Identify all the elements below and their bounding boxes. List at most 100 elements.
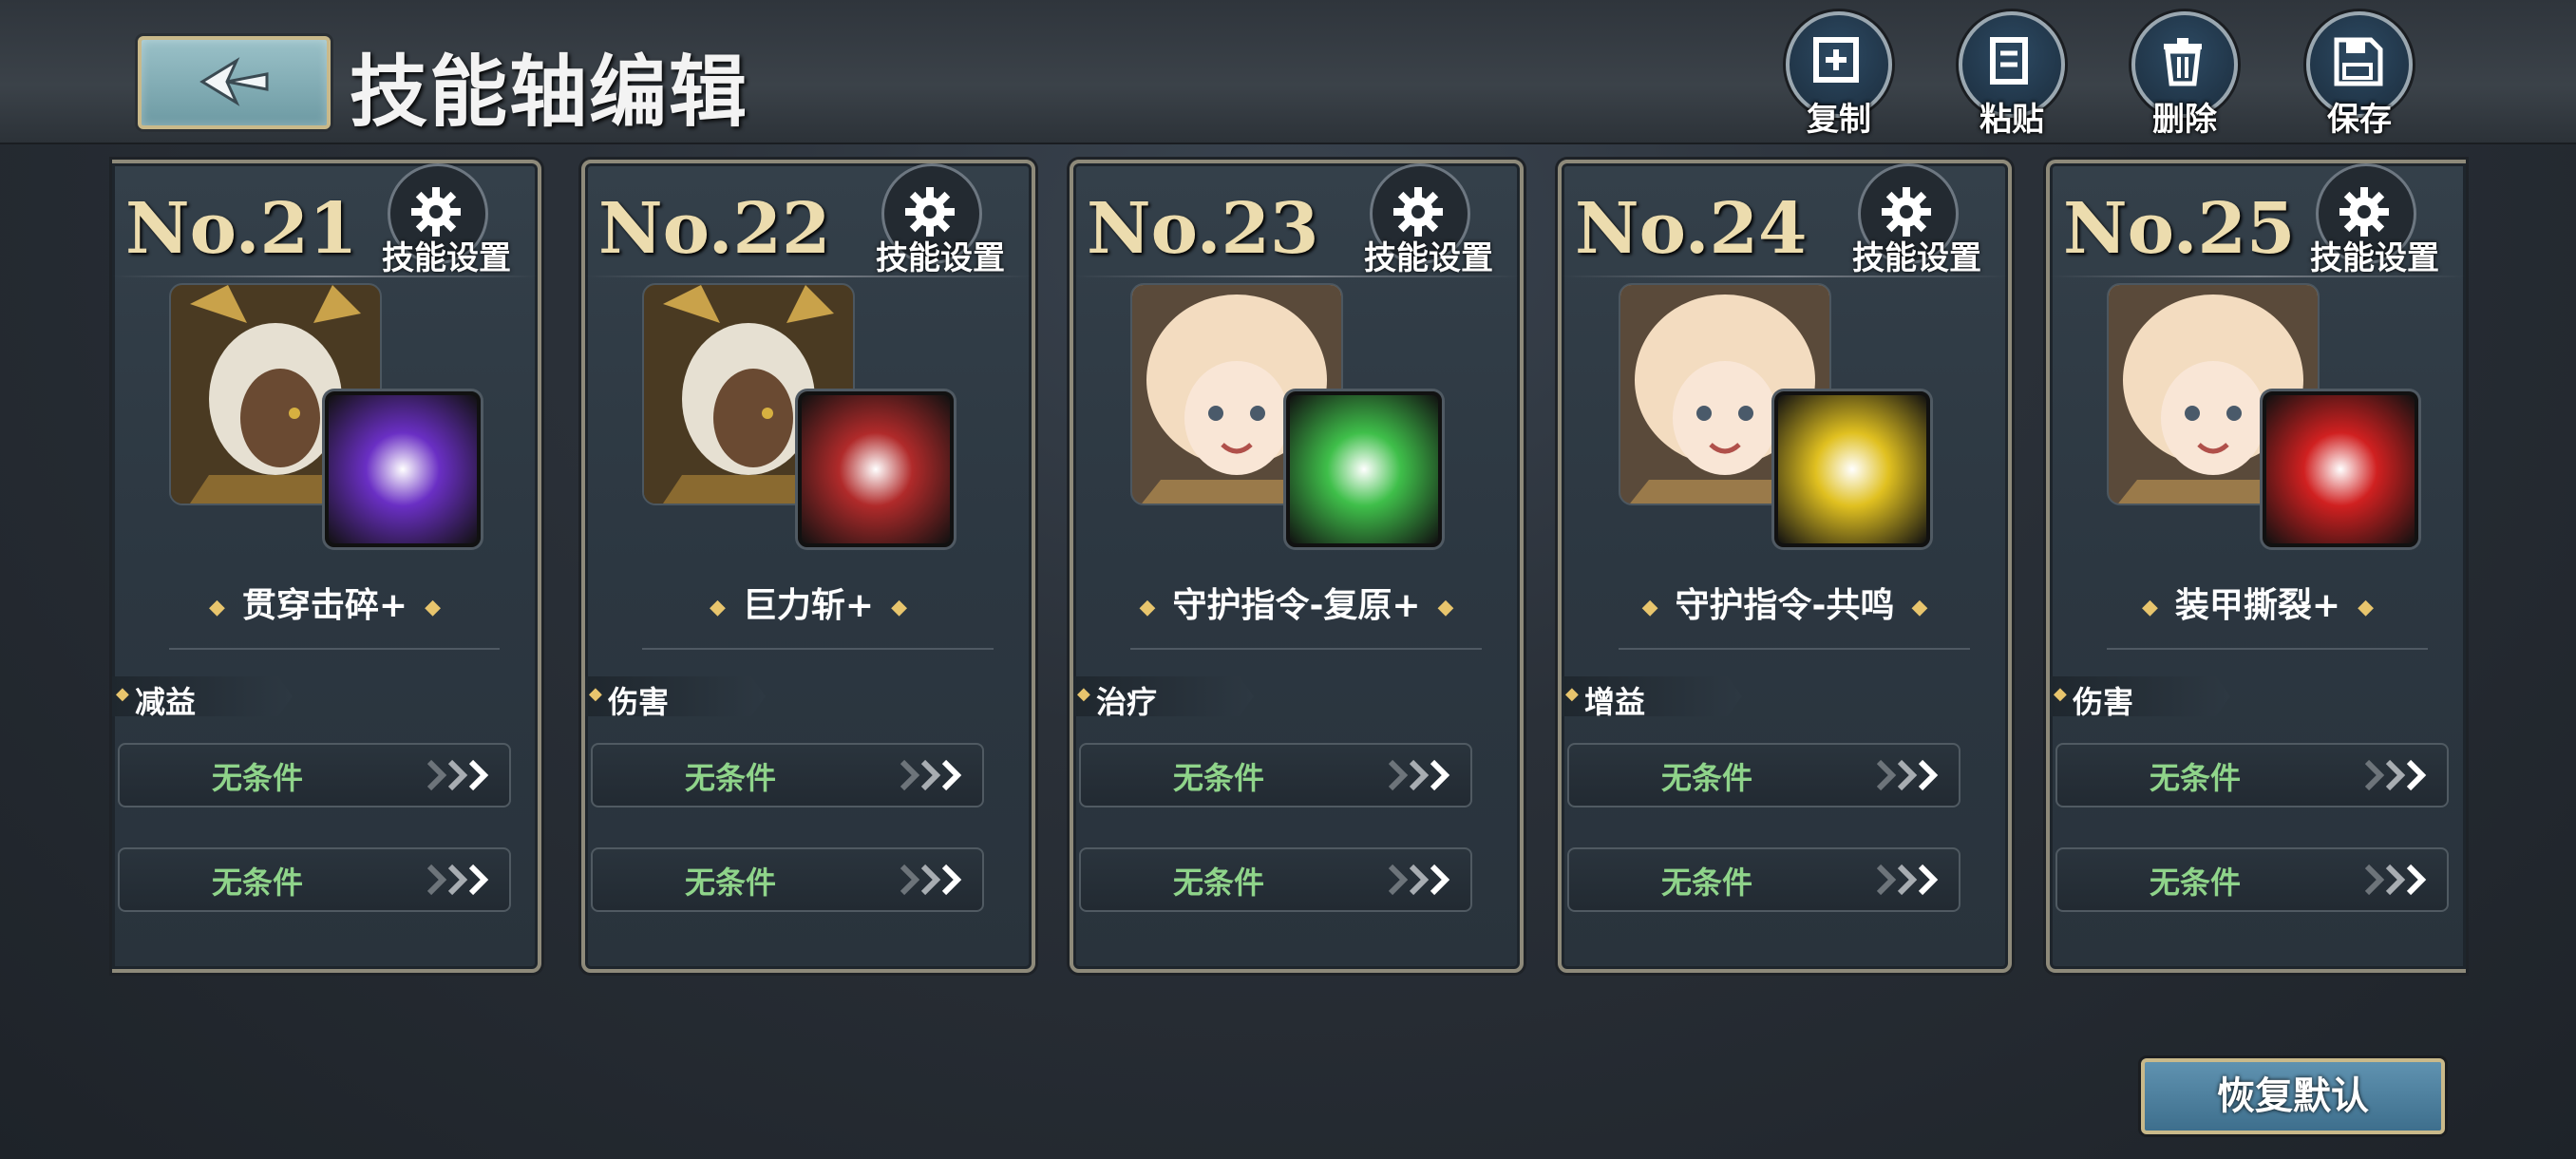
chevron-right-icon [2365, 759, 2427, 791]
paste-icon [1990, 37, 2028, 85]
diamond-right-icon: ◆ [425, 595, 441, 619]
gear-icon [2339, 187, 2389, 237]
card-number: No.21 [125, 188, 358, 270]
skill-icon[interactable] [1774, 391, 1930, 547]
skill-icon[interactable] [1286, 391, 1442, 547]
gear-icon [1882, 187, 1931, 237]
skill-name-row: ◆ 巨力斩+ ◆ [585, 578, 1032, 627]
skill-type-tag: ◆ 伤害 [585, 676, 766, 716]
card-header-divider [1073, 276, 1520, 277]
tag-diamond-icon: ◆ [589, 684, 602, 704]
skill-icon[interactable] [325, 391, 481, 547]
save-label: 保存 [2327, 101, 2392, 139]
condition-label: 无条件 [211, 760, 303, 796]
skill-type-tag: ◆ 增益 [1562, 676, 1742, 716]
card-header-divider [585, 276, 1032, 277]
skill-type-tag: ◆ 治疗 [1073, 676, 1254, 716]
skill-name-row: ◆ 装甲撕裂+ ◆ [2050, 578, 2466, 627]
page-title: 技能轴编辑 [350, 48, 749, 138]
condition-row[interactable]: 无条件 [591, 847, 984, 912]
skill-type-tag: ◆ 减益 [112, 676, 293, 716]
card-header-divider [2050, 276, 2466, 277]
card-number: No.25 [2063, 188, 2296, 270]
condition-label: 无条件 [684, 760, 776, 796]
skill-icon[interactable] [798, 391, 954, 547]
skill-settings-label: 技能设置 [876, 239, 1005, 277]
skill-name-row: ◆ 守护指令-复原+ ◆ [1073, 578, 1520, 627]
condition-row[interactable]: 无条件 [118, 847, 511, 912]
condition-label: 无条件 [1172, 760, 1264, 796]
skill-card-23[interactable]: No.23 技能设置 ◆ 守护指令-复原+ ◆ ◆ 治疗 无条件 无条件 [1070, 160, 1524, 973]
skill-name: 守护指令-共鸣 [1675, 586, 1895, 625]
diamond-left-icon: ◆ [2141, 595, 2158, 619]
chevron-right-icon [900, 864, 962, 896]
back-arrow-icon [199, 57, 269, 106]
condition-row[interactable]: 无条件 [1079, 743, 1472, 808]
condition-label: 无条件 [211, 864, 303, 901]
skill-name-row: ◆ 贯穿击碎+ ◆ [112, 578, 538, 627]
diamond-right-icon: ◆ [1911, 595, 1928, 619]
diamond-left-icon: ◆ [709, 595, 726, 619]
card-header-divider [1562, 276, 2008, 277]
condition-row[interactable]: 无条件 [1567, 743, 1960, 808]
card-number: No.24 [1575, 188, 1808, 270]
skill-card-24[interactable]: No.24 技能设置 ◆ 守护指令-共鸣 ◆ ◆ 增益 无条件 无条件 [1558, 160, 2012, 973]
skill-type-label: 减益 [135, 684, 197, 720]
delete-button[interactable]: 删除 [2128, 11, 2242, 139]
diamond-right-icon: ◆ [1437, 595, 1454, 619]
condition-row[interactable]: 无条件 [2055, 743, 2449, 808]
condition-row[interactable]: 无条件 [2055, 847, 2449, 912]
skill-name: 贯穿击碎+ [241, 586, 408, 625]
skill-divider [642, 648, 994, 650]
card-number: No.23 [1087, 188, 1319, 270]
delete-label: 删除 [2152, 101, 2217, 139]
diamond-right-icon: ◆ [891, 595, 907, 619]
skill-name: 巨力斩+ [742, 586, 875, 625]
skill-card-22[interactable]: No.22 技能设置 ◆ 巨力斩+ ◆ ◆ 伤害 无条件 无条件 [581, 160, 1035, 973]
restore-default-button[interactable]: 恢复默认 [2141, 1058, 2445, 1134]
skill-settings-label: 技能设置 [2310, 239, 2439, 277]
skill-card-21[interactable]: No.21 技能设置 ◆ 贯穿击碎+ ◆ ◆ 减益 无条件 无条件 [112, 160, 541, 973]
skill-settings-label: 技能设置 [1364, 239, 1493, 277]
skill-settings-label: 技能设置 [1852, 239, 1981, 277]
card-number: No.22 [598, 188, 831, 270]
condition-label: 无条件 [684, 864, 776, 901]
gear-icon [411, 187, 461, 237]
skill-divider [1130, 648, 1482, 650]
tag-diamond-icon: ◆ [2054, 684, 2067, 704]
copy-label: 复制 [1807, 101, 1871, 139]
condition-row[interactable]: 无条件 [1079, 847, 1472, 912]
skill-type-label: 治疗 [1096, 684, 1158, 720]
chevron-right-icon [1877, 864, 1939, 896]
tag-diamond-icon: ◆ [1565, 684, 1579, 704]
skill-type-label: 增益 [1584, 684, 1646, 720]
skill-name: 守护指令-复原+ [1172, 586, 1421, 625]
back-button[interactable] [138, 36, 331, 129]
diamond-right-icon: ◆ [2358, 595, 2374, 619]
diamond-left-icon: ◆ [208, 595, 225, 619]
skill-name: 装甲撕裂+ [2174, 586, 2341, 625]
chevron-right-icon [900, 759, 962, 791]
gear-icon [1393, 187, 1443, 237]
condition-row[interactable]: 无条件 [591, 743, 984, 808]
skill-divider [1619, 648, 1970, 650]
condition-label: 无条件 [1660, 864, 1752, 901]
condition-row[interactable]: 无条件 [118, 743, 511, 808]
condition-label: 无条件 [2149, 864, 2241, 901]
skill-type-label: 伤害 [2073, 684, 2134, 720]
chevron-right-icon [427, 864, 489, 896]
chevron-right-icon [2365, 864, 2427, 896]
save-button[interactable]: 保存 [2302, 11, 2416, 139]
skill-type-label: 伤害 [608, 684, 670, 720]
condition-row[interactable]: 无条件 [1567, 847, 1960, 912]
tag-diamond-icon: ◆ [1077, 684, 1090, 704]
trash-icon [2164, 38, 2202, 86]
skill-icon[interactable] [2263, 391, 2418, 547]
copy-button[interactable]: 复制 [1782, 11, 1896, 139]
save-icon [2334, 37, 2383, 86]
skill-card-25[interactable]: No.25 技能设置 ◆ 装甲撕裂+ ◆ ◆ 伤害 无条件 无条件 [2046, 160, 2466, 973]
chevron-right-icon [427, 759, 489, 791]
card-header-divider [112, 276, 538, 277]
paste-button[interactable]: 粘贴 [1955, 11, 2069, 139]
skill-settings-label: 技能设置 [382, 239, 511, 277]
